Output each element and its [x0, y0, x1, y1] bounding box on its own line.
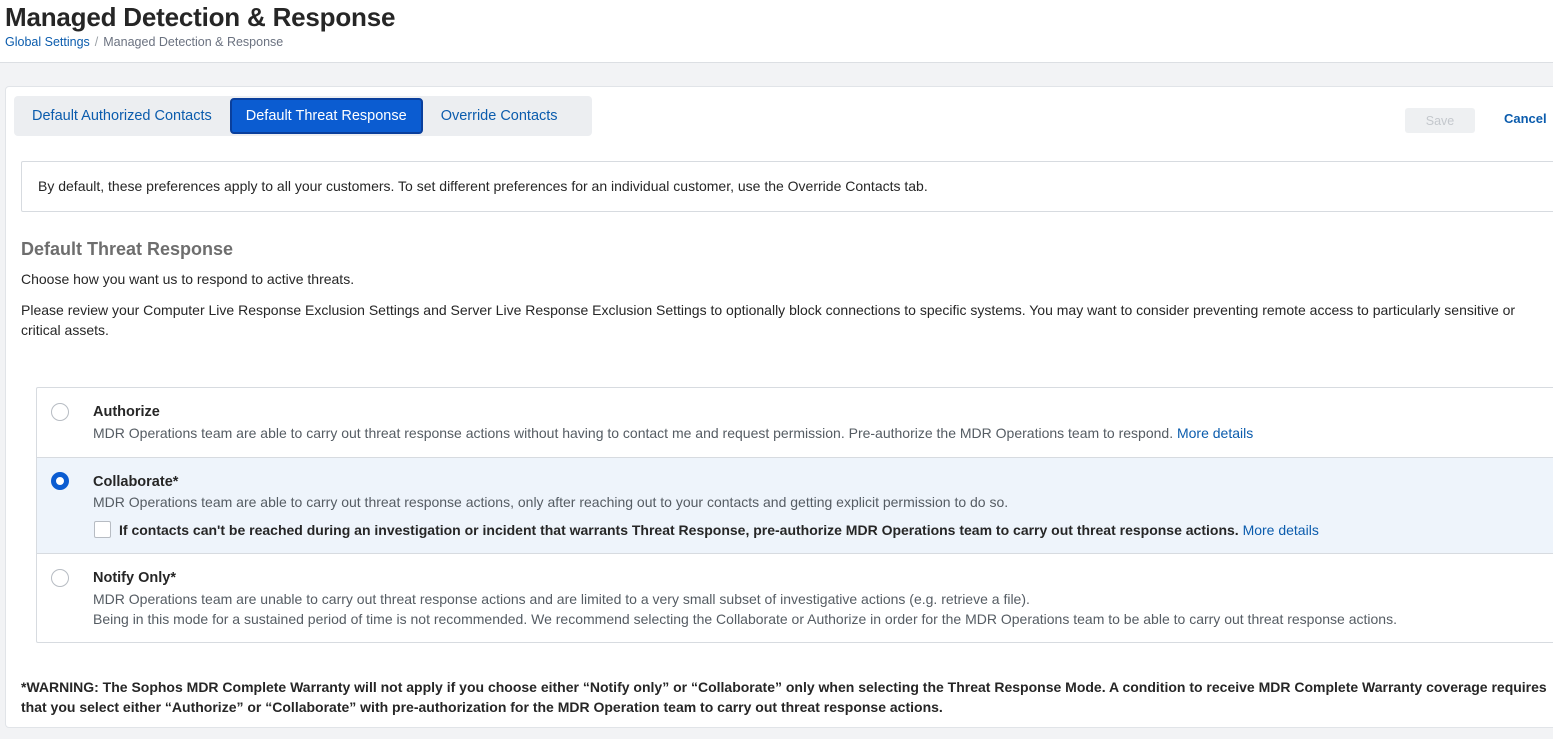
- option-notify-only-desc: MDR Operations team are unable to carry …: [93, 591, 1030, 607]
- tab-override-contacts[interactable]: Override Contacts: [423, 96, 576, 136]
- threat-response-options: Authorize MDR Operations team are able t…: [36, 387, 1553, 643]
- save-button[interactable]: Save: [1405, 108, 1475, 133]
- tab-bar: Default Authorized Contacts Default Thre…: [14, 96, 592, 136]
- option-authorize-label: Authorize: [93, 404, 160, 420]
- option-notify-only[interactable]: Notify Only* MDR Operations team are una…: [37, 554, 1553, 642]
- breadcrumb: Global Settings / Managed Detection & Resp…: [5, 35, 283, 49]
- page-header: Managed Detection & Response Global Sett…: [0, 0, 1553, 63]
- tab-default-threat-response[interactable]: Default Threat Response: [229, 98, 423, 134]
- option-collaborate[interactable]: Collaborate* MDR Operations team are abl…: [37, 457, 1553, 554]
- breadcrumb-current: Managed Detection & Response: [103, 35, 284, 49]
- info-box: By default, these preferences apply to a…: [21, 161, 1553, 212]
- pre-authorize-checkbox-label: If contacts can't be reached during an i…: [119, 522, 1319, 538]
- page-title: Managed Detection & Response: [5, 2, 396, 32]
- breadcrumb-global-settings[interactable]: Global Settings: [5, 35, 90, 49]
- option-notify-only-label: Notify Only*: [93, 570, 176, 586]
- breadcrumb-separator: /: [94, 35, 99, 49]
- option-notify-only-desc-2: Being in this mode for a sustained perio…: [93, 611, 1397, 627]
- radio-authorize[interactable]: [51, 403, 69, 421]
- collaborate-more-details-link[interactable]: More details: [1243, 522, 1319, 538]
- cancel-button[interactable]: Cancel: [1504, 111, 1547, 126]
- warranty-warning: *WARNING: The Sophos MDR Complete Warran…: [21, 679, 1547, 715]
- section-title: Default Threat Response: [21, 239, 234, 259]
- pre-authorize-checkbox-text: If contacts can't be reached during an i…: [119, 522, 1239, 538]
- option-authorize-desc: MDR Operations team are able to carry ou…: [93, 425, 1253, 441]
- option-collaborate-desc: MDR Operations team are able to carry ou…: [93, 494, 1009, 510]
- radio-collaborate[interactable]: [51, 472, 69, 490]
- settings-card: Default Authorized Contacts Default Thre…: [5, 86, 1553, 728]
- authorize-more-details-link[interactable]: More details: [1177, 425, 1253, 441]
- pre-authorize-checkbox[interactable]: [94, 521, 111, 538]
- option-authorize-desc-text: MDR Operations team are able to carry ou…: [93, 425, 1174, 441]
- option-authorize[interactable]: Authorize MDR Operations team are able t…: [37, 388, 1553, 457]
- review-text: Please review your Computer Live Respons…: [21, 302, 1516, 338]
- info-text: By default, these preferences apply to a…: [38, 178, 928, 194]
- section-subtitle: Choose how you want us to respond to act…: [21, 271, 355, 287]
- radio-notify-only[interactable]: [51, 569, 69, 587]
- tab-default-authorized-contacts[interactable]: Default Authorized Contacts: [14, 96, 230, 136]
- option-collaborate-label: Collaborate*: [93, 474, 179, 490]
